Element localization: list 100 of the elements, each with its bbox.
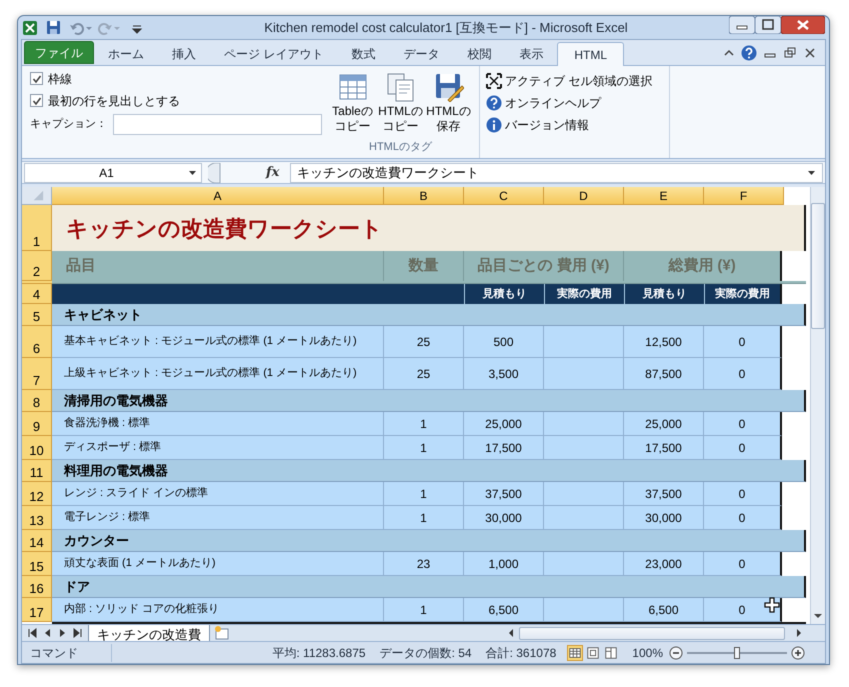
ribbon-tab[interactable]: データ (389, 42, 454, 65)
minimize-button[interactable] (729, 16, 755, 34)
zoom-out-button[interactable] (669, 646, 683, 660)
next-sheet-icon[interactable] (58, 628, 67, 638)
row-header[interactable]: 11 (22, 460, 52, 482)
ribbon-button[interactable]: HTMLの 保存 (426, 72, 472, 138)
row-header[interactable]: 17 (22, 598, 52, 622)
sheet-tab[interactable]: キッチンの改造費 (88, 624, 210, 642)
column-heading: 品目ごとの 費用 (¥) (464, 251, 624, 281)
maximize-button[interactable] (755, 16, 781, 34)
first-sheet-icon[interactable] (28, 628, 37, 638)
info-icon (486, 116, 502, 132)
row-header[interactable]: 10 (22, 436, 52, 460)
row-header[interactable]: 4 (22, 284, 52, 304)
checkbox-label: 枠線 (48, 70, 72, 88)
normal-view-button[interactable] (567, 644, 584, 660)
table-cell: 37,500 (624, 482, 704, 506)
cell-cursor-icon (764, 597, 780, 613)
table-cell: レンジ : スライド インの標準 (52, 482, 384, 506)
checkbox-label: 最初の行を見出しとする (48, 92, 180, 110)
table-cell: 基本キャビネット : モジュール式の標準 (1 メートルあたり) (52, 326, 384, 358)
row-header[interactable]: 6 (22, 326, 52, 358)
row-header[interactable]: 7 (22, 358, 52, 390)
row-header[interactable]: 13 (22, 506, 52, 530)
page-layout-view-button[interactable] (585, 644, 602, 660)
table-cell: 1 (384, 412, 464, 436)
table-cell: 87,500 (624, 358, 704, 390)
table-cell: 0 (704, 482, 782, 506)
row-header[interactable]: 15 (22, 552, 52, 576)
table-cell: 1 (384, 598, 464, 622)
status-average: 平均: 11283.6875 (272, 644, 366, 662)
column-header[interactable]: A (52, 187, 384, 205)
table-cell: 12,500 (624, 326, 704, 358)
ribbon-tab[interactable]: HTML (557, 42, 624, 66)
splitter-handle[interactable] (208, 162, 222, 182)
ribbon-button[interactable]: HTMLの コピー (378, 72, 424, 138)
row-header[interactable]: 1 (22, 205, 52, 251)
row-header[interactable]: 9 (22, 412, 52, 436)
column-header[interactable]: E (624, 187, 704, 205)
name-box[interactable]: A1 (24, 162, 202, 182)
scroll-down-icon[interactable] (813, 612, 823, 620)
previous-sheet-icon[interactable] (43, 628, 52, 638)
close-workbook-icon[interactable] (803, 46, 817, 60)
ribbon-tab[interactable]: 挿入 (158, 42, 210, 65)
ribbon-command[interactable]: バージョン情報 (486, 115, 669, 134)
ribbon-tab[interactable]: 校閲 (453, 42, 506, 65)
column-heading: 実際の費用 (704, 284, 782, 304)
ribbon-button[interactable]: Tableの コピー (330, 72, 376, 138)
ribbon-tab[interactable]: ページ レイアウト (210, 42, 338, 65)
category-heading: 清掃用の電気機器 (52, 390, 806, 412)
row-header[interactable]: 12 (22, 482, 52, 506)
floppy-disk-pencil-icon (434, 72, 464, 102)
last-sheet-icon[interactable] (73, 628, 82, 638)
table-cell: 0 (704, 326, 782, 358)
window-title: Kitchen remodel cost calculator1 [互換モード] - Microsoft Excel (263, 18, 629, 37)
ribbon-tab[interactable]: 表示 (505, 42, 558, 65)
ribbon-command[interactable]: アクティブ セル領域の選択 (486, 71, 669, 90)
table-cell: 6,500 (464, 598, 544, 622)
expand-caret-icon[interactable] (807, 168, 816, 176)
table-cell: 0 (704, 506, 782, 530)
formula-field[interactable]: キッチンの改造費ワークシート (290, 162, 823, 182)
file-tab[interactable]: ファイル (24, 41, 94, 64)
row-header[interactable]: 14 (22, 530, 52, 552)
status-count: データの個数: 54 (380, 644, 472, 662)
column-heading: 品目 (52, 251, 384, 281)
table-cell: 25,000 (464, 412, 544, 436)
row-header[interactable]: 8 (22, 390, 52, 412)
ribbon-command[interactable]: オンラインヘルプ (486, 93, 669, 112)
vertical-scrollbar[interactable] (810, 187, 825, 624)
table-cell: 23,000 (624, 552, 704, 576)
column-header[interactable]: F (704, 187, 784, 205)
restore-workbook-icon[interactable] (783, 46, 797, 60)
ribbon-tab[interactable]: 数式 (337, 42, 390, 65)
scroll-left-icon[interactable] (507, 628, 515, 638)
page-break-view-button[interactable] (603, 644, 620, 660)
ribbon-tab[interactable]: ホーム (94, 42, 158, 65)
column-header[interactable]: C (464, 187, 544, 205)
column-header[interactable]: D (544, 187, 624, 205)
row-header[interactable]: 16 (22, 576, 52, 598)
zoom-in-button[interactable] (791, 646, 805, 660)
excel-logo-icon[interactable] (22, 20, 38, 36)
table-cell: 0 (704, 412, 782, 436)
scroll-right-icon[interactable] (795, 628, 803, 638)
row-header[interactable]: 5 (22, 304, 52, 326)
zoom-level[interactable]: 100% (632, 644, 663, 662)
save-icon[interactable] (46, 20, 61, 35)
column-header[interactable]: B (384, 187, 464, 205)
table-cell: 頑丈な表面 (1 メートルあたり) (52, 552, 384, 576)
column-heading: 数量 (384, 251, 464, 281)
table-cell: 25 (384, 358, 464, 390)
table-cell: 食器洗浄機 : 標準 (52, 412, 384, 436)
row-header[interactable]: 2 (22, 251, 52, 281)
close-button[interactable] (781, 16, 825, 34)
dropdown-caret-icon[interactable] (188, 168, 197, 176)
table-cell: 上級キャビネット : モジュール式の標準 (1 メートルあたり) (52, 358, 384, 390)
group-label: HTMLのタグ (369, 140, 432, 154)
insert-function-button[interactable]: fx (266, 162, 290, 182)
caption-field[interactable] (113, 114, 322, 134)
category-heading: ドア (52, 576, 806, 598)
help-icon[interactable] (741, 45, 757, 61)
